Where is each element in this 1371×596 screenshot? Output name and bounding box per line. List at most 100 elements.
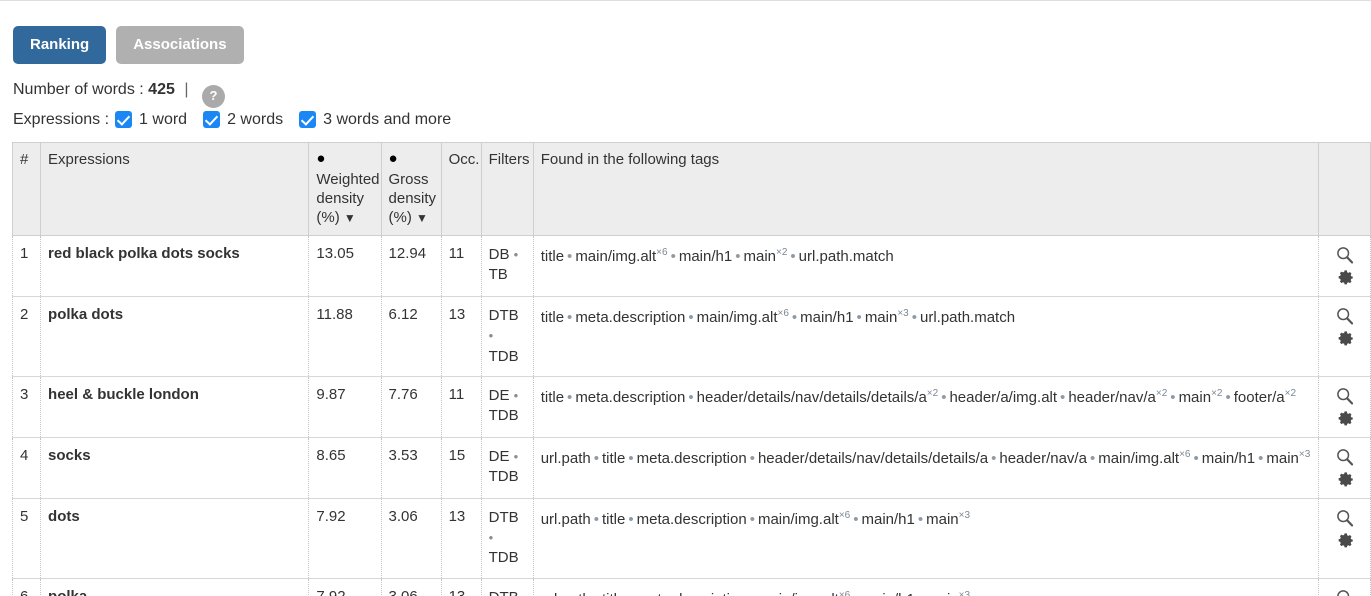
cell-filters: DTB •TDB <box>481 578 533 596</box>
header-gross-text: Gross density (%) <box>389 171 437 226</box>
checkbox-two-words[interactable] <box>203 111 220 128</box>
label-two-words: 2 words <box>227 111 283 129</box>
ranking-table: # Expressions ● Weighted density (%) ▼ ●… <box>12 142 1371 596</box>
cell-number: 5 <box>13 498 41 578</box>
cell-occurrences: 11 <box>441 236 481 297</box>
cell-weighted-density: 9.87 <box>309 376 381 437</box>
cell-occurrences: 15 <box>441 437 481 498</box>
cell-occurrences: 11 <box>441 376 481 437</box>
cell-filters: DB •TB <box>481 236 533 297</box>
cell-filters: DE •TDB <box>481 376 533 437</box>
cell-gross-density: 3.06 <box>381 498 441 578</box>
header-found-tags: Found in the following tags <box>533 142 1318 236</box>
sort-desc-icon-weighted[interactable]: ▼ <box>344 211 356 225</box>
header-filters: Filters <box>481 142 533 236</box>
cell-gross-density: 7.76 <box>381 376 441 437</box>
header-weighted-density[interactable]: ● Weighted density (%) ▼ <box>309 142 381 236</box>
table-header-row: # Expressions ● Weighted density (%) ▼ ●… <box>13 142 1371 236</box>
magnifier-icon[interactable] <box>1335 508 1355 528</box>
cell-gross-density: 3.53 <box>381 437 441 498</box>
cell-actions <box>1318 376 1370 437</box>
cell-gross-density: 12.94 <box>381 236 441 297</box>
cell-expression: polka <box>41 578 309 596</box>
magnifier-icon[interactable] <box>1335 447 1355 467</box>
cell-found-tags: url.path•title•meta.description•main/img… <box>533 578 1318 596</box>
cell-gross-density: 3.06 <box>381 578 441 596</box>
cell-weighted-density: 13.05 <box>309 236 381 297</box>
checkbox-three-words[interactable] <box>299 111 316 128</box>
word-count-value: 425 <box>148 81 175 98</box>
table-row: 2polka dots11.886.1213DTB •TDBtitle•meta… <box>13 297 1371 377</box>
cell-found-tags: title•meta.description•header/details/na… <box>533 376 1318 437</box>
table-row: 4socks8.653.5315DE •TDBurl.path•title•me… <box>13 437 1371 498</box>
expressions-label: Expressions : <box>13 111 109 129</box>
cell-weighted-density: 7.92 <box>309 578 381 596</box>
header-actions <box>1318 142 1370 236</box>
cell-actions <box>1318 578 1370 596</box>
cell-weighted-density: 7.92 <box>309 498 381 578</box>
cell-weighted-density: 8.65 <box>309 437 381 498</box>
cell-expression: dots <box>41 498 309 578</box>
cell-filters: DE •TDB <box>481 437 533 498</box>
cell-found-tags: title•main/img.alt×6•main/h1•main×2•url.… <box>533 236 1318 297</box>
table-row: 6polka7.923.0613DTB •TDBurl.path•title•m… <box>13 578 1371 596</box>
weighted-density-dot: ● <box>316 151 374 166</box>
tab-associations[interactable]: Associations <box>116 26 243 64</box>
ranking-table-wrapper: # Expressions ● Weighted density (%) ▼ ●… <box>0 142 1371 596</box>
magnifier-icon[interactable] <box>1335 386 1355 406</box>
tab-bar: Ranking Associations <box>0 0 1371 64</box>
cell-filters: DTB •TDB <box>481 498 533 578</box>
gear-icon[interactable] <box>1335 469 1355 489</box>
gear-icon[interactable] <box>1335 408 1355 428</box>
cell-expression: polka dots <box>41 297 309 377</box>
cell-found-tags: title•meta.description•main/img.alt×6•ma… <box>533 297 1318 377</box>
cell-number: 1 <box>13 236 41 297</box>
table-row: 3heel & buckle london9.877.7611DE •TDBti… <box>13 376 1371 437</box>
sort-desc-icon-gross[interactable]: ▼ <box>416 211 428 225</box>
cell-actions <box>1318 498 1370 578</box>
header-occurrences: Occ. <box>441 142 481 236</box>
cell-actions <box>1318 437 1370 498</box>
gear-icon[interactable] <box>1335 328 1355 348</box>
cell-expression: red black polka dots socks <box>41 236 309 297</box>
label-three-words: 3 words and more <box>323 111 451 129</box>
table-body: 1red black polka dots socks13.0512.9411D… <box>13 236 1371 596</box>
cell-expression: socks <box>41 437 309 498</box>
gear-icon[interactable] <box>1335 267 1355 287</box>
checkbox-one-word[interactable] <box>115 111 132 128</box>
top-divider <box>0 0 1371 1</box>
cell-actions <box>1318 297 1370 377</box>
cell-number: 4 <box>13 437 41 498</box>
cell-found-tags: url.path•title•meta.description•header/d… <box>533 437 1318 498</box>
header-number: # <box>13 142 41 236</box>
tab-ranking[interactable]: Ranking <box>13 26 106 64</box>
ranking-page: Ranking Associations Number of words : 4… <box>0 0 1371 596</box>
cell-actions <box>1318 236 1370 297</box>
cell-occurrences: 13 <box>441 297 481 377</box>
gross-density-dot: ● <box>389 151 435 166</box>
header-expressions: Expressions <box>41 142 309 236</box>
header-gross-density[interactable]: ● Gross density (%) ▼ <box>381 142 441 236</box>
cell-weighted-density: 11.88 <box>309 297 381 377</box>
magnifier-icon[interactable] <box>1335 245 1355 265</box>
word-count-label: Number of words : <box>13 81 144 98</box>
magnifier-icon[interactable] <box>1335 306 1355 326</box>
word-count-line: Number of words : 425 | ? <box>0 64 1371 108</box>
cell-filters: DTB •TDB <box>481 297 533 377</box>
cell-number: 2 <box>13 297 41 377</box>
label-one-word: 1 word <box>139 111 187 129</box>
cell-number: 6 <box>13 578 41 596</box>
cell-expression: heel & buckle london <box>41 376 309 437</box>
cell-occurrences: 13 <box>441 498 481 578</box>
info-divider: | <box>179 81 193 98</box>
help-icon[interactable]: ? <box>202 85 225 108</box>
expressions-filter-line: Expressions : 1 word 2 words 3 words and… <box>0 108 1371 129</box>
cell-number: 3 <box>13 376 41 437</box>
cell-found-tags: url.path•title•meta.description•main/img… <box>533 498 1318 578</box>
cell-occurrences: 13 <box>441 578 481 596</box>
cell-gross-density: 6.12 <box>381 297 441 377</box>
table-row: 5dots7.923.0613DTB •TDBurl.path•title•me… <box>13 498 1371 578</box>
table-row: 1red black polka dots socks13.0512.9411D… <box>13 236 1371 297</box>
magnifier-icon[interactable] <box>1335 588 1355 596</box>
gear-icon[interactable] <box>1335 530 1355 550</box>
